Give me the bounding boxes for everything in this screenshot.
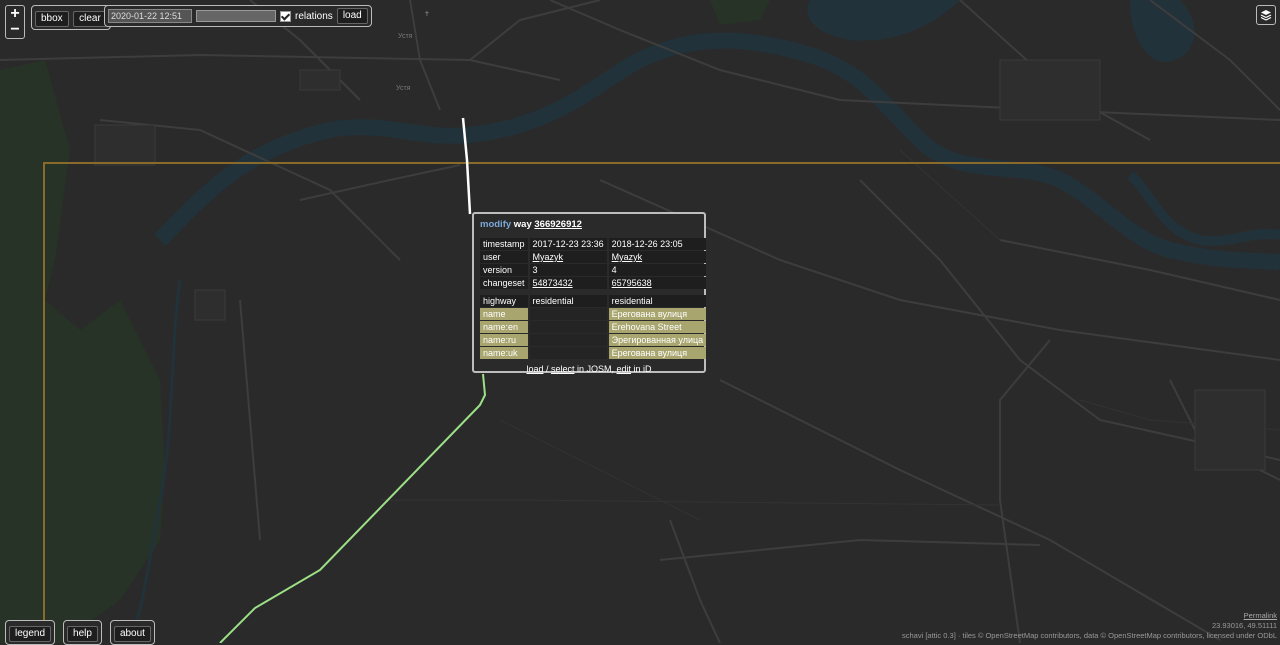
diff-table: timestamp 2017-12-23 23:36 2018-12-26 23:0… [478,237,708,360]
meta-new: 2018-12-26 23:05 [608,238,707,250]
tag-key: highway [480,295,528,307]
load-button[interactable]: load [336,8,368,24]
about-control: about [109,620,155,645]
meta-row: version 3 4 [480,264,707,276]
attribution: Permalink 23.93016, 49.51111 schavi [att… [902,611,1277,641]
tag-row: name:en Erehovana Street [480,321,707,333]
changeset-new-link[interactable]: 65795638 [612,278,652,288]
footer-id-text: in iD [631,364,652,374]
tag-key: name [480,308,528,320]
clear-button[interactable]: clear [73,11,107,27]
popup-way-id-link[interactable]: 366926912 [534,219,582,230]
layers-icon [1260,10,1272,21]
tag-old [529,308,607,320]
bottom-left-controls: legend help about [5,620,155,645]
help-button[interactable]: help [67,626,98,642]
load-link[interactable]: load [526,364,543,374]
footer-sep: / [543,364,551,374]
changeset-old-link[interactable]: 54873432 [533,278,573,288]
tag-key: name:uk [480,347,528,359]
meta-row: user Myazyk Myazyk [480,251,707,263]
bbox-button[interactable]: bbox [35,11,69,27]
about-button[interactable]: about [113,626,151,642]
coords-readout: 23.93016, 49.51111 [1211,621,1277,630]
tag-old [529,347,607,359]
tag-new: Erehovana Street [608,321,707,333]
user-old-link[interactable]: Myazyk [533,252,564,262]
tag-row: name Ерегована вулиця [480,308,707,320]
user-new-link[interactable]: Myazyk [612,252,643,262]
tag-row: name:ru Эрегированная улица [480,334,707,346]
popup-action: modify [480,219,512,230]
tag-new: residential [608,295,707,307]
meta-new: 4 [608,264,707,276]
select-link[interactable]: select [551,364,575,374]
tag-key: name:en [480,321,528,333]
church-icon: ✝ [424,10,430,18]
relations-label: relations [295,10,333,22]
tag-new: Ерегована вулиця [608,308,707,320]
tag-old: residential [529,295,607,307]
meta-key: user [480,251,528,263]
legend-button[interactable]: legend [9,626,52,642]
tag-new: Ерегована вулиця [608,347,707,359]
tag-old [529,321,607,333]
date-input[interactable] [108,9,192,23]
relations-checkbox[interactable] [280,10,291,22]
help-control: help [63,620,102,645]
tag-old [529,334,607,346]
meta-old: 3 [529,264,607,276]
place-label-ustia: Устя [398,33,413,40]
meta-key: changeset [480,277,528,289]
legend-control: legend [5,620,56,645]
meta-row: changeset 54873432 65795638 [480,277,707,289]
date-slider[interactable] [196,10,276,22]
zoom-out-button[interactable]: − [6,22,24,38]
bbox-control: bbox clear [31,5,111,30]
attribution-text: schavi [attic 0.3] · tiles © OpenStreetM… [902,631,1277,640]
meta-row: timestamp 2017-12-23 23:36 2018-12-26 23:0… [480,238,707,250]
layers-button[interactable] [1256,5,1276,25]
tag-key: name:ru [480,334,528,346]
permalink-link[interactable]: Permalink [1244,611,1277,620]
meta-key: timestamp [480,238,528,250]
meta-old: 2017-12-23 23:36 [529,238,607,250]
popup-type: way [513,219,532,230]
date-control: relations load [104,5,372,27]
zoom-control: + − [5,5,25,39]
diff-popup: modify way 366926912 timestamp 2017-12-23… [472,212,708,374]
tag-new: Эрегированная улица [608,334,707,346]
tag-row: highway residential residential [480,295,707,307]
zoom-in-button[interactable]: + [6,6,24,22]
popup-header: modify way 366926912 [480,219,698,230]
edit-link[interactable]: edit [617,364,632,374]
footer-josm-text: in JOSM, [574,364,617,374]
tag-row: name:uk Ерегована вулиця [480,347,707,359]
popup-footer: load / select in JOSM, edit in iD [480,364,698,374]
meta-key: version [480,264,528,276]
place-label-ustia-2: Устя [396,85,411,92]
